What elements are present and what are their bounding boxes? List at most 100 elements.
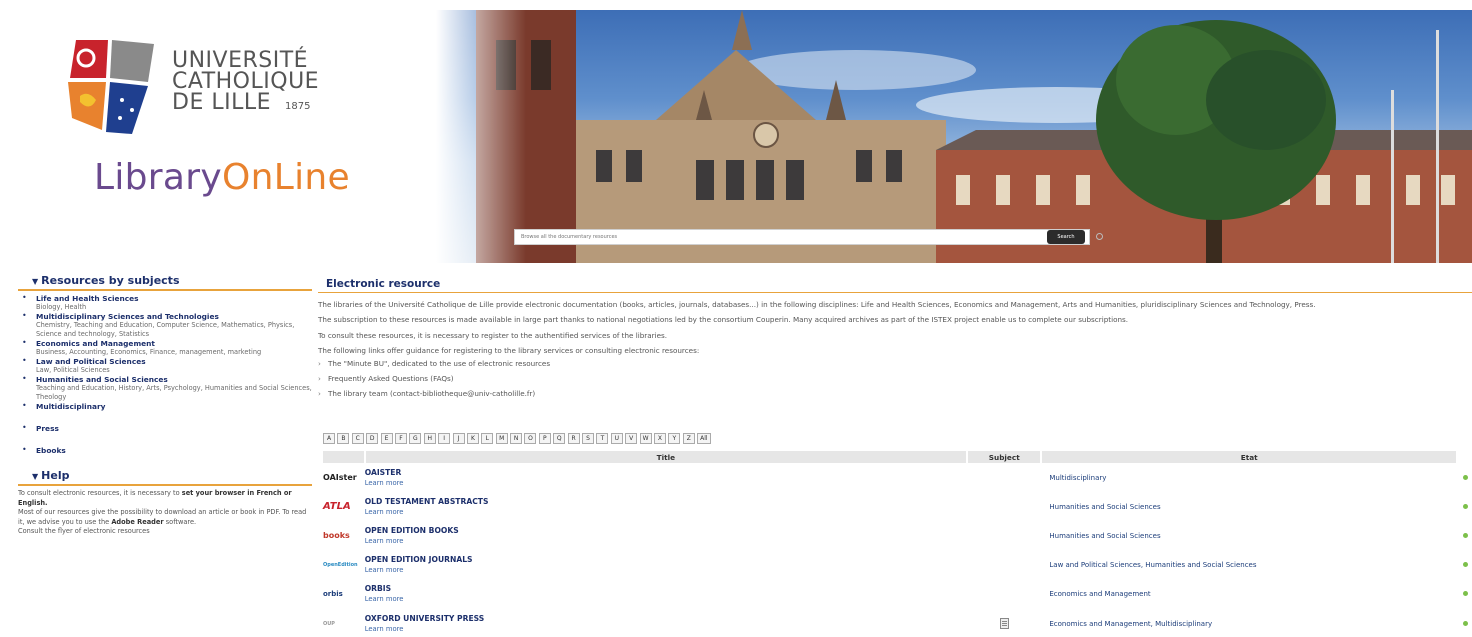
resources-table: Title Subject Etat OAIster OAISTER Learn …: [323, 451, 1458, 637]
guidance-link[interactable]: The "Minute BU", dedicated to the use of…: [318, 359, 1472, 368]
resource-etat: Humanities and Social Sciences: [1049, 531, 1161, 540]
status-dot-icon: [1463, 562, 1468, 567]
help-heading[interactable]: ▼ Help: [18, 469, 312, 486]
adobe-reader-link[interactable]: Adobe Reader: [111, 518, 163, 526]
university-logo[interactable]: UNIVERSITÉ CATHOLIQUE DE LILLE 1875: [62, 38, 362, 138]
resource-title[interactable]: ORBIS: [365, 584, 967, 594]
header-title[interactable]: Title: [364, 451, 969, 463]
letter-button[interactable]: S: [582, 433, 595, 444]
subject-title[interactable]: Ebooks: [36, 446, 312, 455]
resource-etat: Economics and Management, Multidisciplin…: [1049, 619, 1213, 628]
oaister-logo: OAIster: [323, 473, 357, 483]
subject-title[interactable]: Economics and Management: [36, 339, 312, 348]
open-edition-books-logo: books: [323, 531, 350, 541]
letter-button[interactable]: R: [567, 433, 580, 444]
subject-title[interactable]: Multidisciplinary: [36, 402, 312, 411]
subject-item[interactable]: Economics and ManagementBusiness, Accoun…: [18, 338, 312, 357]
learn-more-link[interactable]: Learn more: [365, 624, 967, 634]
subject-item[interactable]: Ebooks: [18, 445, 312, 455]
letter-button[interactable]: A: [323, 433, 335, 444]
letter-button[interactable]: Z: [682, 433, 695, 444]
document-icon[interactable]: [999, 618, 1009, 630]
resource-title[interactable]: OLD TESTAMENT ABSTRACTS: [365, 497, 967, 507]
subject-title[interactable]: Press: [36, 424, 312, 433]
letter-button[interactable]: T: [596, 433, 609, 444]
subject-item[interactable]: Press: [18, 423, 312, 433]
subject-item[interactable]: Multidisciplinary Sciences and Technolog…: [18, 311, 312, 339]
guidance-link[interactable]: Frequently Asked Questions (FAQs): [318, 374, 1472, 383]
resource-title-cell: ORBIS Learn more: [365, 580, 967, 609]
resource-title[interactable]: OPEN EDITION JOURNALS: [365, 555, 967, 565]
search-input[interactable]: [515, 230, 1047, 244]
subject-title[interactable]: Multidisciplinary Sciences and Technolog…: [36, 312, 312, 321]
subject-item[interactable]: Law and Political SciencesLaw, Political…: [18, 356, 312, 375]
guidance-link[interactable]: The library team (contact-bibliotheque@u…: [318, 389, 1472, 398]
learn-more-link[interactable]: Learn more: [365, 507, 967, 517]
resource-logo[interactable]: ATLA: [323, 492, 365, 521]
letter-button[interactable]: U: [610, 433, 623, 444]
letter-button[interactable]: Q: [553, 433, 566, 444]
letter-button[interactable]: L: [481, 433, 494, 444]
header-logo: [323, 451, 366, 463]
search-button[interactable]: Search: [1047, 230, 1085, 244]
letter-button[interactable]: V: [625, 433, 638, 444]
subject-title[interactable]: Law and Political Sciences: [36, 357, 312, 366]
letter-button[interactable]: W: [639, 433, 652, 444]
resource-logo[interactable]: OUP: [323, 609, 365, 637]
letter-button[interactable]: C: [351, 433, 364, 444]
resource-logo[interactable]: books: [323, 521, 365, 550]
search-bar: Search: [514, 229, 1090, 245]
subject-desc: Chemistry, Teaching and Education, Compu…: [36, 321, 295, 338]
header-etat[interactable]: Etat: [1041, 451, 1458, 463]
alphabet-filter: A B C D E F G H I J K L M N O P Q R S T …: [323, 433, 711, 444]
learn-more-link[interactable]: Learn more: [365, 478, 967, 488]
letter-button[interactable]: H: [423, 433, 436, 444]
letter-button[interactable]: B: [337, 433, 350, 444]
subject-desc: Law, Political Sciences: [36, 366, 110, 374]
search-option-radio[interactable]: [1096, 233, 1103, 240]
subject-item[interactable]: Life and Health SciencesBiology, Health: [18, 293, 312, 312]
open-edition-journals-logo: OpenEdition: [323, 562, 358, 569]
letter-button[interactable]: M: [495, 433, 508, 444]
resource-logo[interactable]: OpenEdition: [323, 551, 365, 580]
header-subject[interactable]: Subject: [967, 451, 1043, 463]
learn-more-link[interactable]: Learn more: [365, 565, 967, 575]
subjects-heading[interactable]: ▼ Resources by subjects: [18, 274, 312, 291]
resource-logo[interactable]: orbis: [323, 580, 365, 609]
sidebar: ▼Resources by subjects Life and Health S…: [18, 274, 312, 537]
resource-subject-cell: [967, 609, 1041, 637]
letter-button[interactable]: D: [366, 433, 379, 444]
table-row: OAIster OAISTER Learn more Multidisciplin…: [323, 463, 1457, 492]
letter-button[interactable]: E: [380, 433, 393, 444]
help-text: To consult electronic resources, it is n…: [18, 489, 312, 537]
intro-paragraph: To consult these resources, it is necess…: [318, 330, 668, 340]
flyer-link[interactable]: Consult the flyer of electronic resource…: [18, 527, 312, 537]
letter-button[interactable]: G: [409, 433, 422, 444]
resource-title[interactable]: OXFORD UNIVERSITY PRESS: [365, 614, 967, 624]
university-shield-icon: [68, 40, 154, 134]
letter-button[interactable]: K: [466, 433, 479, 444]
letter-button[interactable]: J: [452, 433, 465, 444]
resource-title[interactable]: OPEN EDITION BOOKS: [365, 526, 967, 536]
subject-title[interactable]: Life and Health Sciences: [36, 294, 312, 303]
resource-logo[interactable]: OAIster: [323, 463, 365, 492]
table-row: OpenEdition OPEN EDITION JOURNALS Learn m…: [323, 551, 1457, 580]
letter-button[interactable]: F: [394, 433, 407, 444]
letter-button[interactable]: O: [524, 433, 537, 444]
letter-button[interactable]: I: [438, 433, 451, 444]
subject-title[interactable]: Humanities and Social Sciences: [36, 375, 312, 384]
library-title-part1: Library: [94, 157, 222, 198]
letter-button[interactable]: P: [538, 433, 551, 444]
letter-button-all[interactable]: All: [697, 433, 711, 444]
letter-button[interactable]: N: [510, 433, 523, 444]
letter-button[interactable]: X: [653, 433, 666, 444]
help-p2-post: software.: [163, 517, 197, 526]
subject-item[interactable]: Multidisciplinary: [18, 401, 312, 411]
learn-more-link[interactable]: Learn more: [365, 536, 967, 546]
letter-button[interactable]: Y: [668, 433, 681, 444]
subject-item[interactable]: Humanities and Social SciencesTeaching a…: [18, 374, 312, 402]
learn-more-link[interactable]: Learn more: [365, 594, 967, 604]
resource-etat: Law and Political Sciences, Humanities a…: [1049, 561, 1257, 570]
table-row: books OPEN EDITION BOOKS Learn more Human…: [323, 521, 1457, 550]
resource-title[interactable]: OAISTER: [365, 468, 967, 478]
